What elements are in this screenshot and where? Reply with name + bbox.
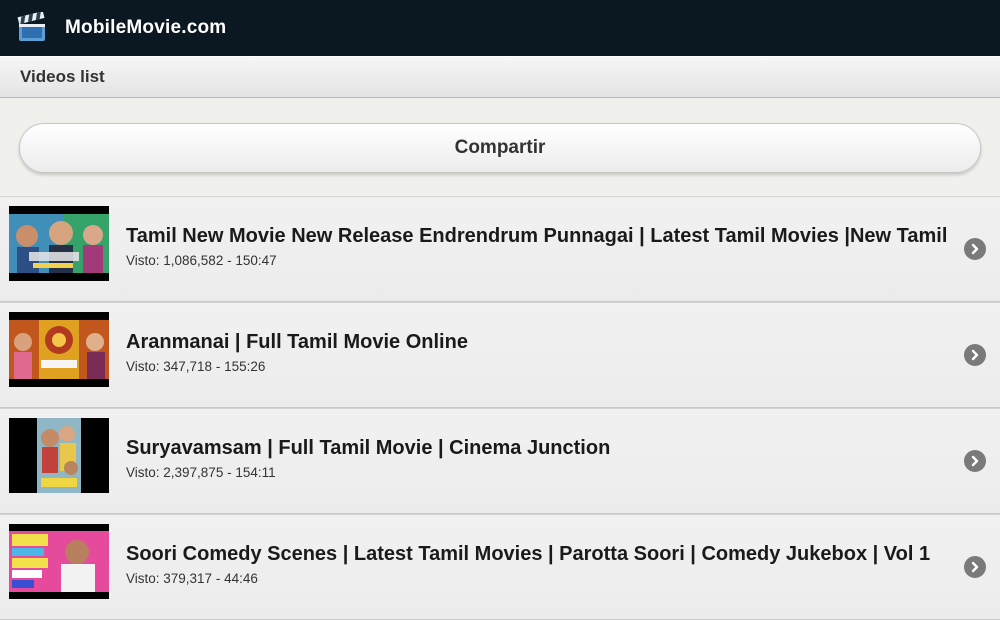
chevron-right-icon bbox=[964, 238, 986, 260]
list-item[interactable]: Aranmanai | Full Tamil Movie Online Vist… bbox=[0, 302, 1000, 408]
page-header: Videos list bbox=[0, 56, 1000, 98]
video-thumbnail bbox=[9, 524, 109, 599]
list-item[interactable]: Tamil New Movie New Release Endrendrum P… bbox=[0, 196, 1000, 302]
chevron-right-icon bbox=[964, 556, 986, 578]
video-title: Tamil New Movie New Release Endrendrum P… bbox=[126, 225, 952, 247]
list-item[interactable]: Suryavamsam | Full Tamil Movie | Cinema … bbox=[0, 408, 1000, 514]
list-item[interactable]: Soori Comedy Scenes | Latest Tamil Movie… bbox=[0, 514, 1000, 620]
video-meta: Visto: 2,397,875 - 154:11 bbox=[126, 465, 276, 480]
video-thumbnail bbox=[9, 206, 109, 281]
clapperboard-icon bbox=[16, 11, 48, 44]
video-thumbnail bbox=[9, 418, 109, 493]
video-title: Aranmanai | Full Tamil Movie Online bbox=[126, 331, 468, 353]
share-button[interactable]: Compartir bbox=[19, 123, 981, 173]
video-meta: Visto: 347,718 - 155:26 bbox=[126, 359, 266, 374]
video-meta: Visto: 379,317 - 44:46 bbox=[126, 571, 258, 586]
video-title: Soori Comedy Scenes | Latest Tamil Movie… bbox=[126, 543, 931, 565]
video-thumbnail bbox=[9, 312, 109, 387]
top-bar: MobileMovie.com bbox=[0, 0, 1000, 56]
app-title: MobileMovie.com bbox=[65, 17, 227, 38]
chevron-right-icon bbox=[964, 344, 986, 366]
video-title: Suryavamsam | Full Tamil Movie | Cinema … bbox=[126, 437, 611, 459]
chevron-right-icon bbox=[964, 450, 986, 472]
video-meta: Visto: 1,086,582 - 150:47 bbox=[126, 253, 277, 268]
page-title: Videos list bbox=[20, 67, 105, 86]
